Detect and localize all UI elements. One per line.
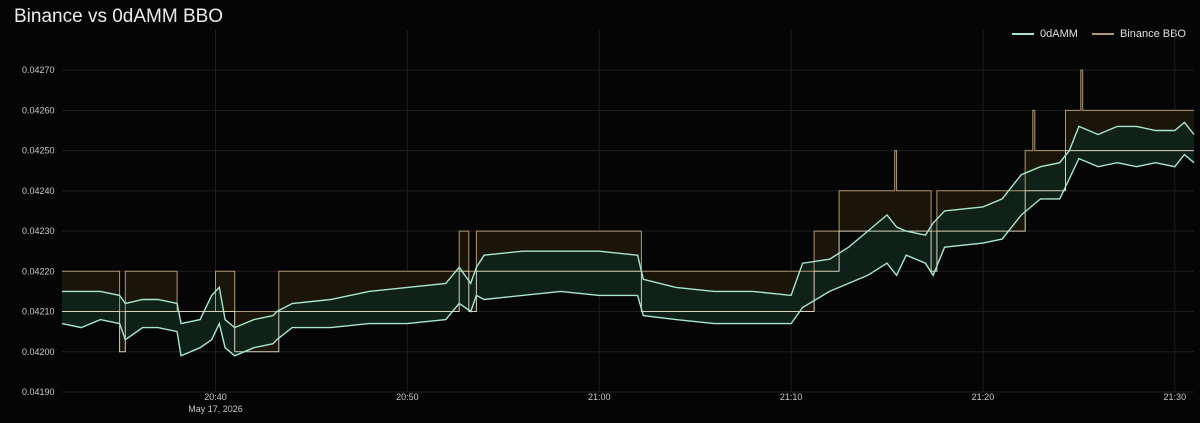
- y-tick-label: 0.04200: [22, 347, 55, 357]
- y-tick-label: 0.04190: [22, 387, 55, 397]
- y-tick-label: 0.04250: [22, 146, 55, 156]
- y-tick-label: 0.04220: [22, 266, 55, 276]
- x-tick-label: 20:50: [396, 392, 419, 402]
- x-tick-label: 21:30: [1164, 392, 1187, 402]
- chart-plot[interactable]: 0.04190 0.04200 0.04210 0.04220 0.04230 0.042…: [0, 0, 1200, 423]
- x-date-label: May 17, 2026: [188, 404, 243, 414]
- y-tick-label: 0.04230: [22, 226, 55, 236]
- y-tick-label: 0.04210: [22, 307, 55, 317]
- x-tick-label: 21:20: [972, 392, 995, 402]
- x-tick-label: 20:40: [204, 392, 227, 402]
- x-tick-label: 21:00: [588, 392, 611, 402]
- y-tick-label: 0.04260: [22, 105, 55, 115]
- y-tick-label: 0.04240: [22, 186, 55, 196]
- y-tick-label: 0.04270: [22, 65, 55, 75]
- x-tick-label: 21:10: [780, 392, 803, 402]
